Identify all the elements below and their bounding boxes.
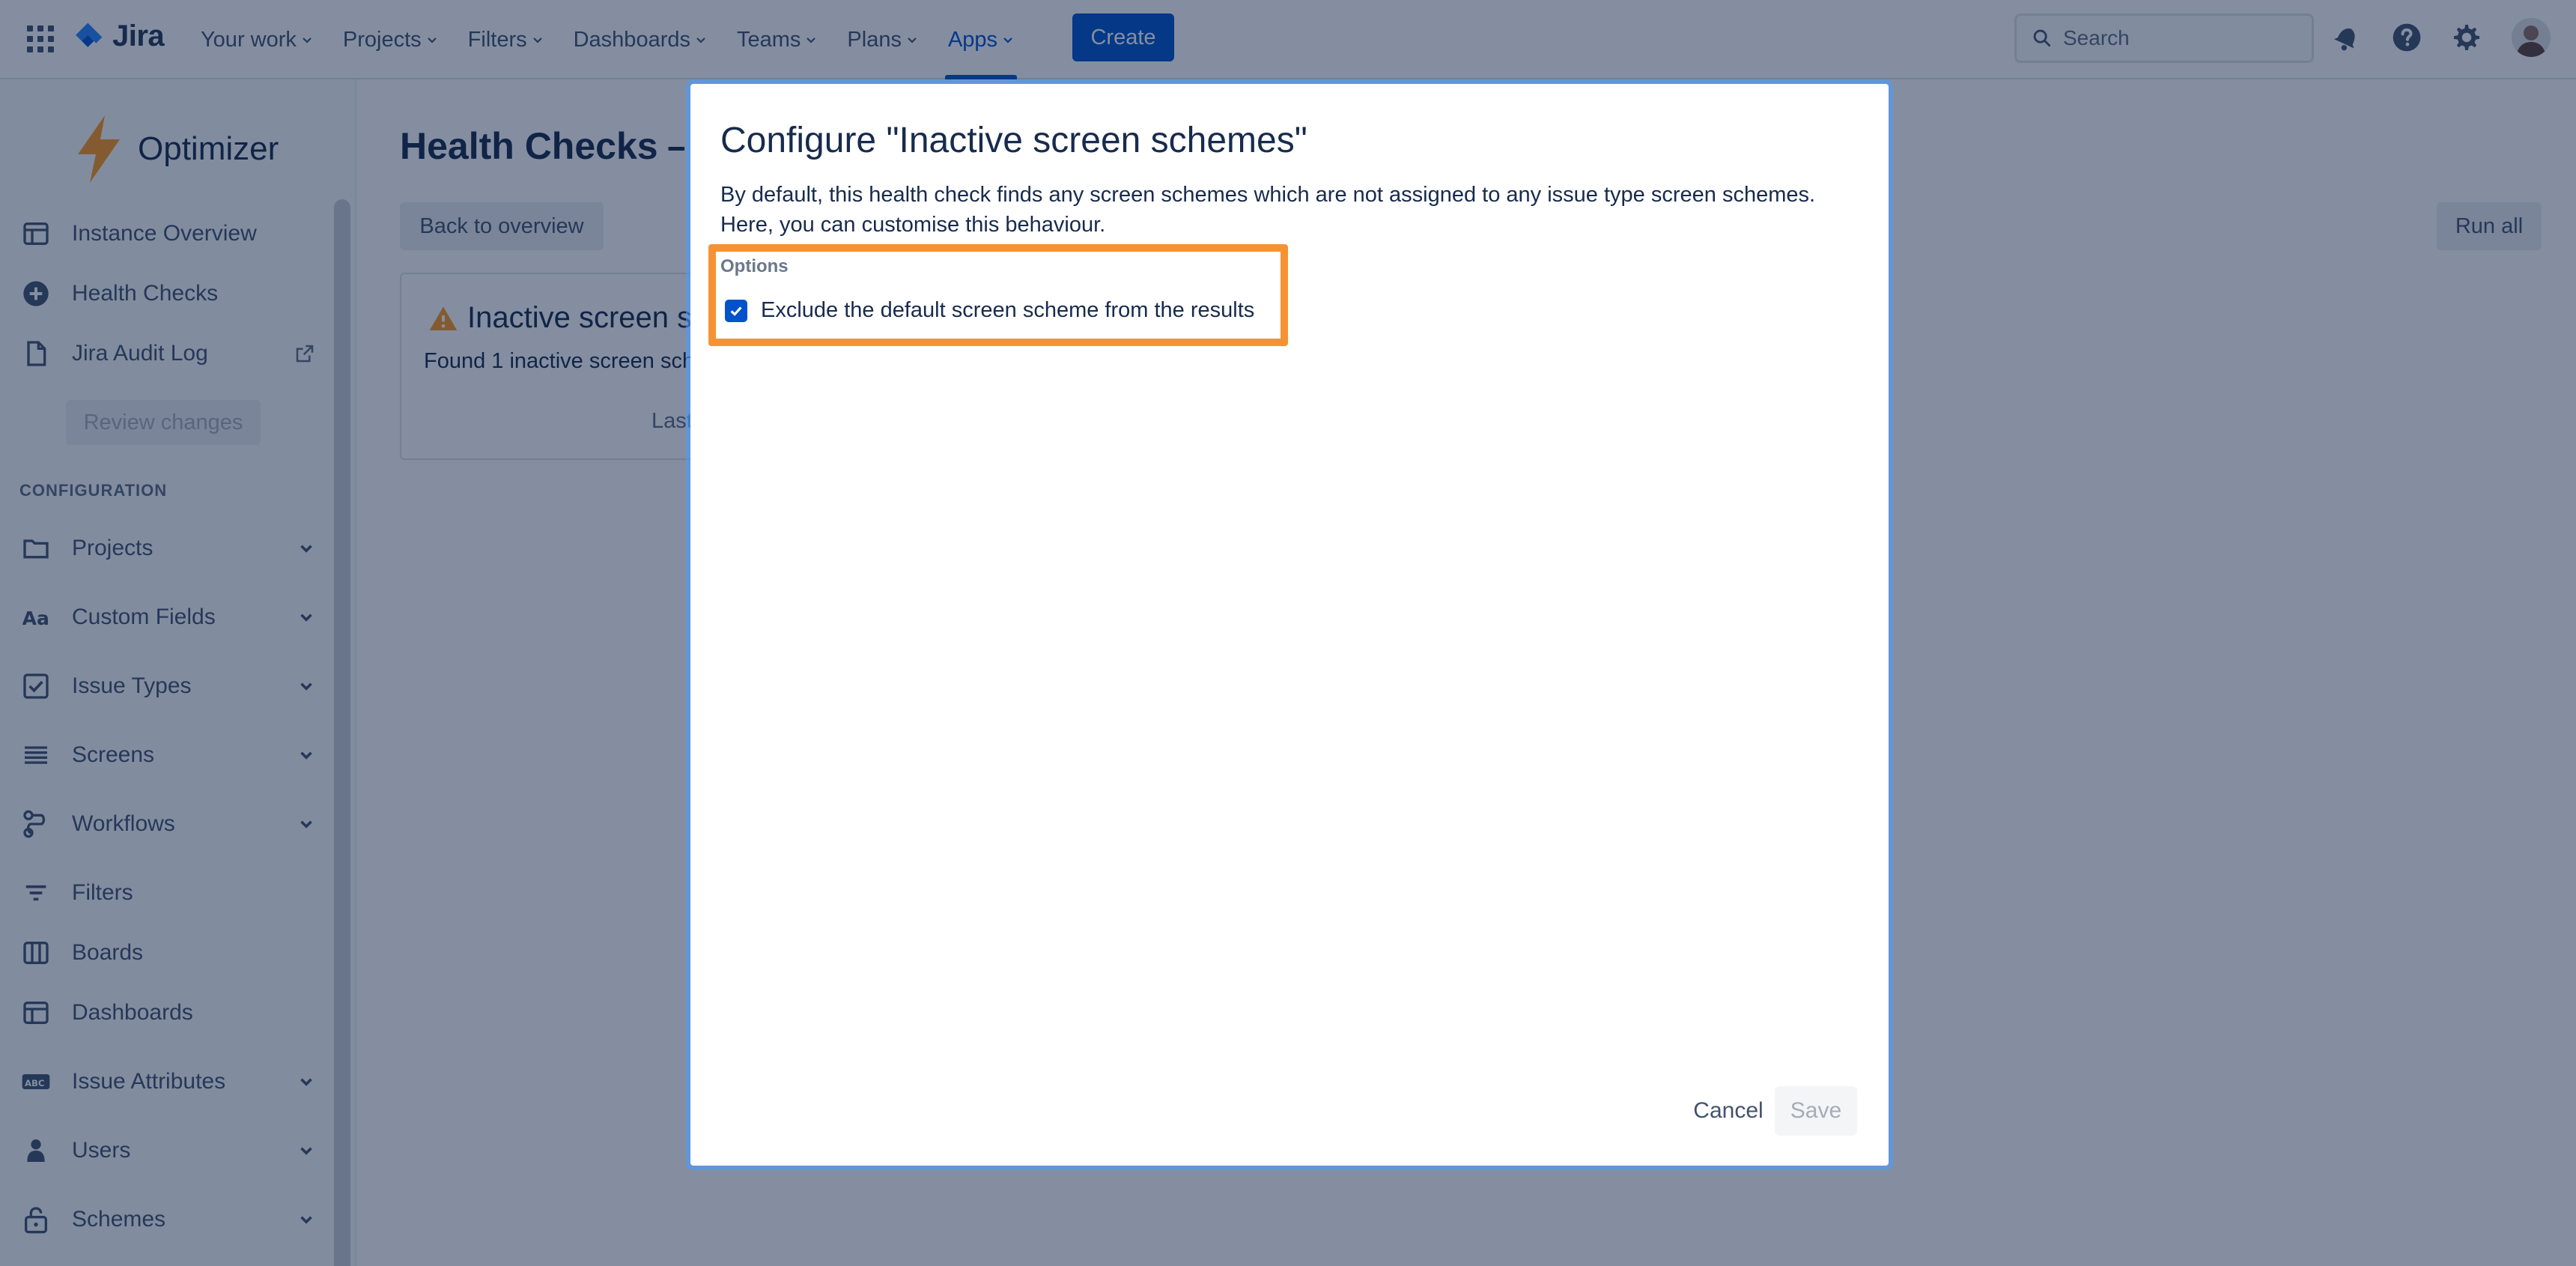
exclude-default-option[interactable]: Exclude the default screen scheme from t…	[725, 298, 1254, 323]
options-label: Options	[720, 256, 789, 276]
modal-title: Configure "Inactive screen schemes"	[720, 121, 1307, 160]
exclude-default-checkbox[interactable]	[725, 299, 747, 322]
modal-description: By default, this health check finds any …	[720, 183, 1816, 237]
options-section: Options Exclude the default screen schem…	[708, 244, 1288, 346]
cancel-button[interactable]: Cancel	[1676, 1086, 1781, 1136]
checkmark-icon	[730, 306, 742, 316]
configure-modal: Configure "Inactive screen schemes" By d…	[690, 84, 1889, 1166]
option-label: Exclude the default screen scheme from t…	[761, 298, 1255, 322]
save-button[interactable]: Save	[1775, 1086, 1857, 1136]
